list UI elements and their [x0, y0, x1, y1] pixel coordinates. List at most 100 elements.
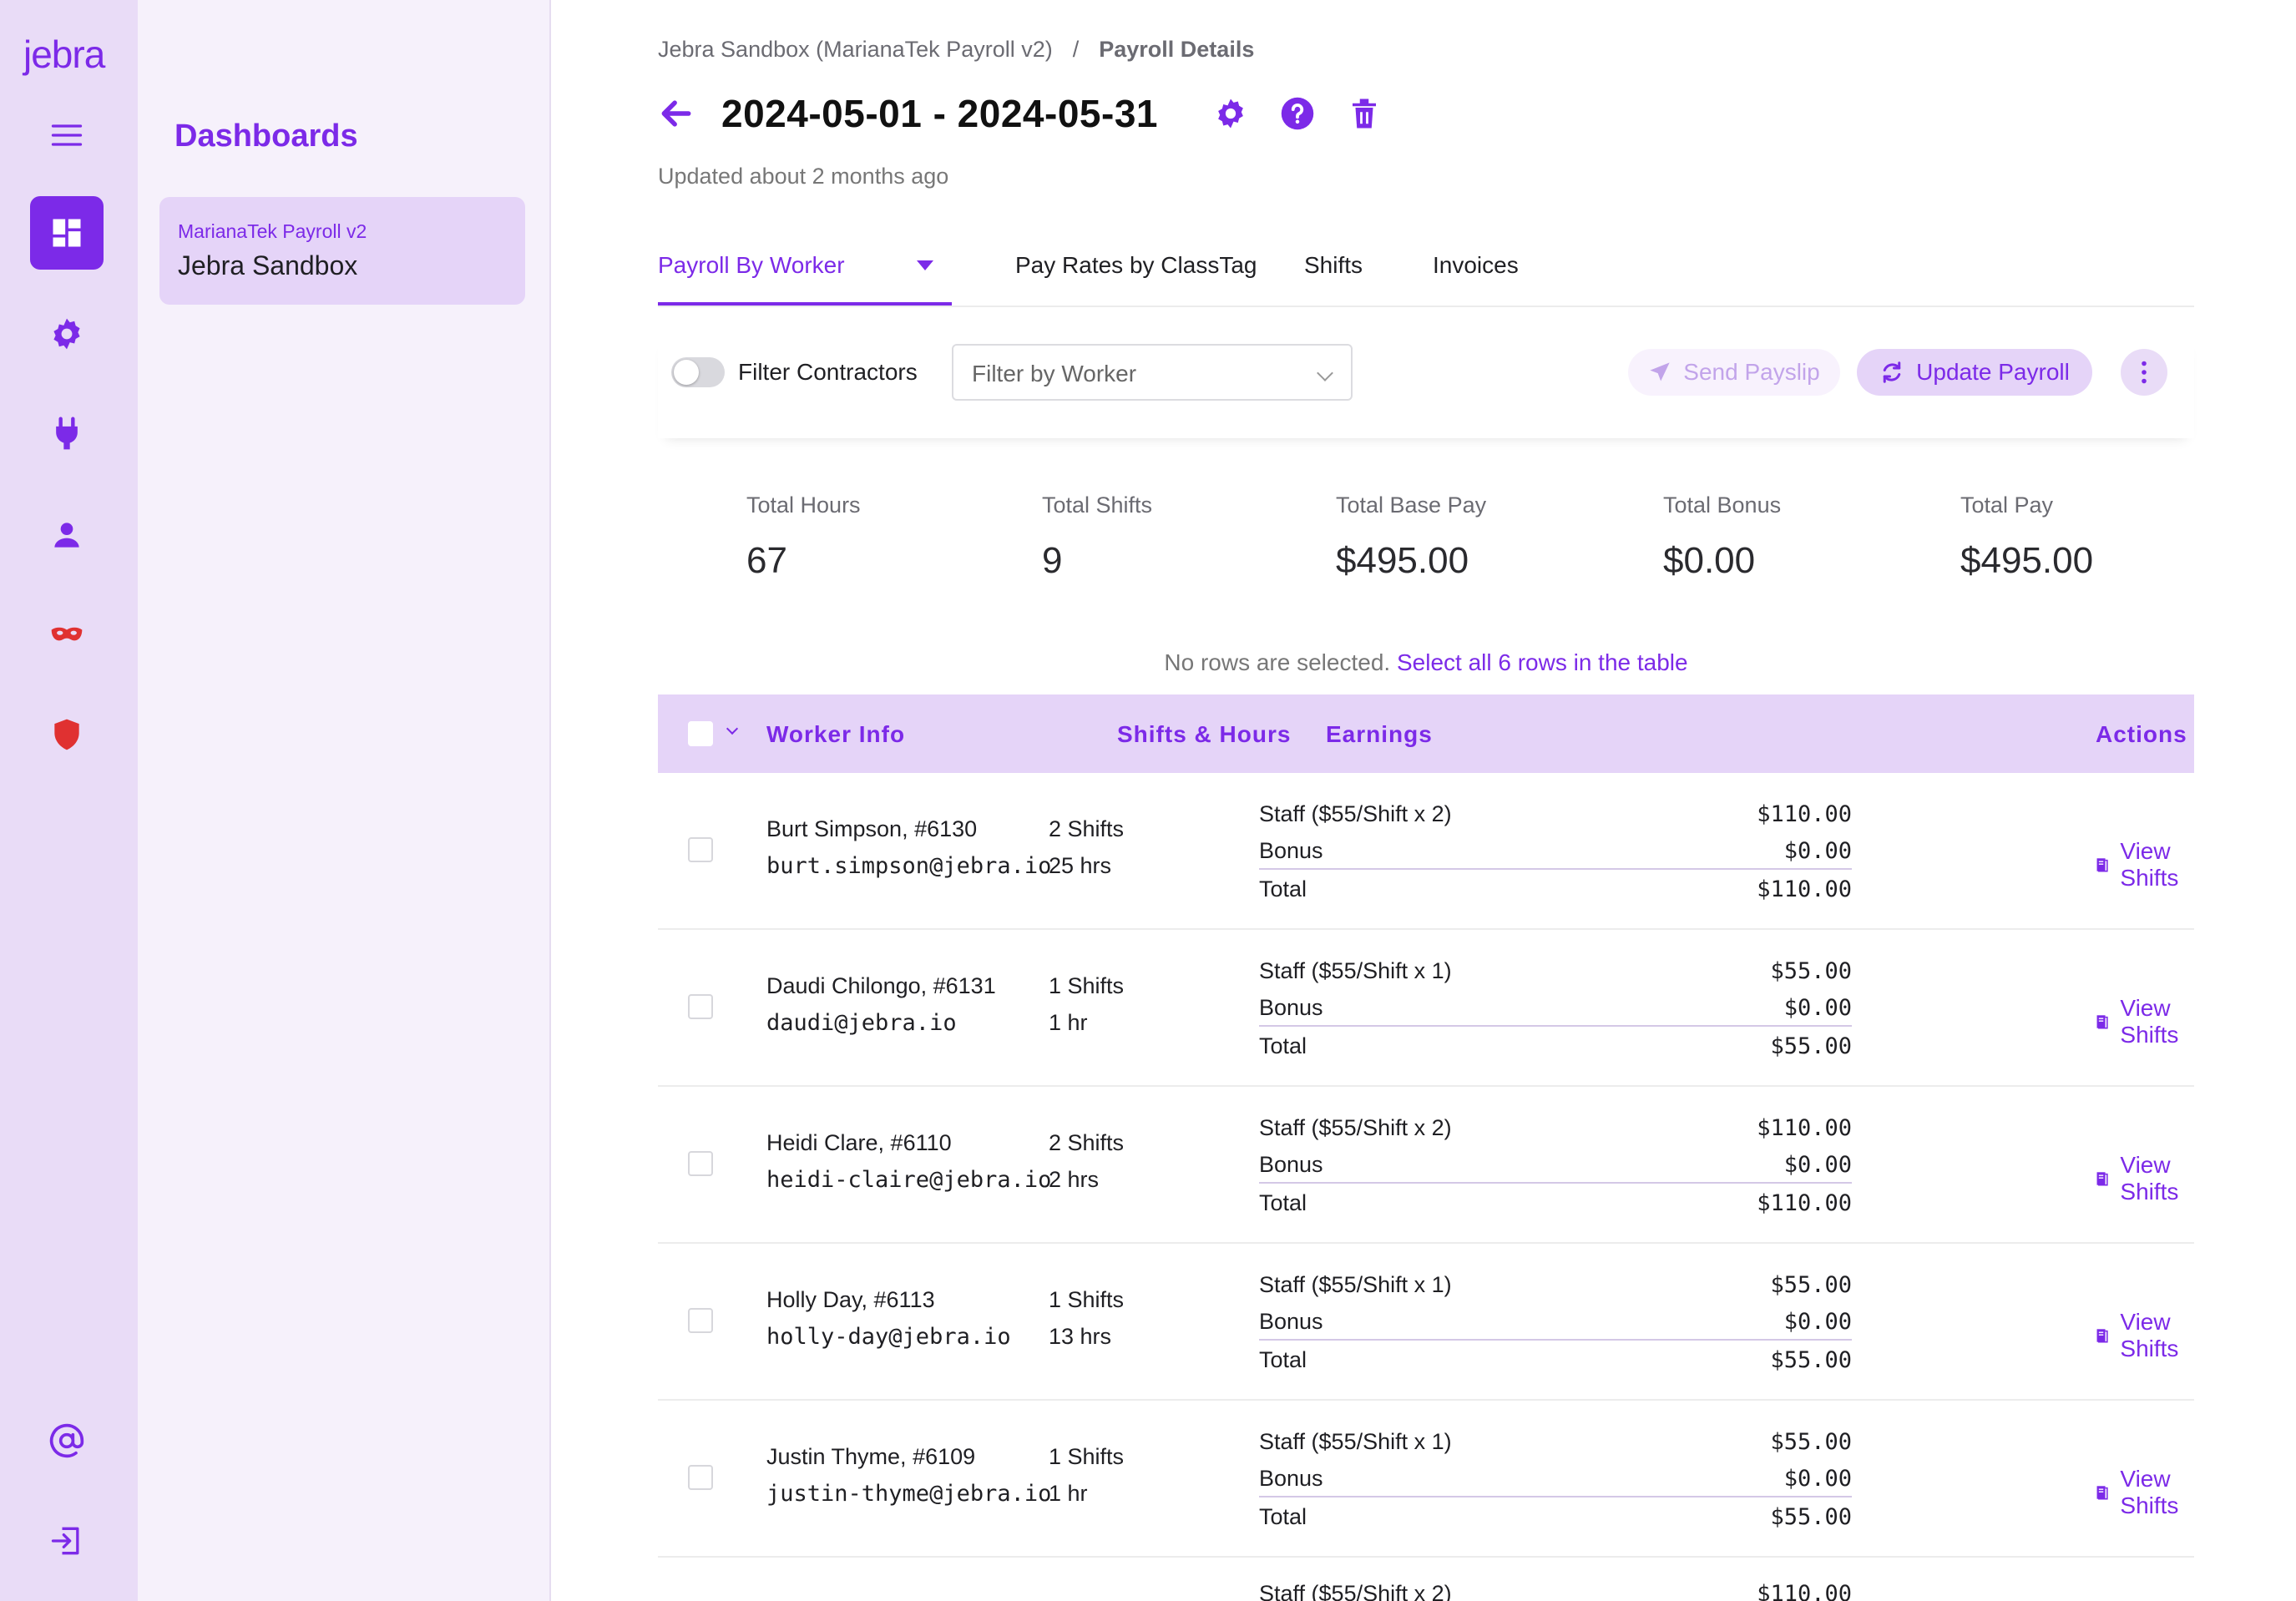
at-sign-icon[interactable] [30, 1404, 104, 1477]
view-shifts-button[interactable]: View Shifts [2096, 1309, 2194, 1362]
user-icon[interactable] [30, 498, 104, 572]
tab-payroll-by-worker[interactable]: Payroll By Worker [658, 252, 845, 279]
column-header-shifts-hours[interactable]: Shifts & Hours [1117, 721, 1291, 748]
total-value: $55.00 [1770, 1033, 1852, 1059]
staff-value: $110.00 [1757, 1581, 1852, 1601]
view-shifts-button[interactable]: View Shifts [2096, 1466, 2194, 1519]
view-shifts-label: View Shifts [2120, 1152, 2179, 1205]
stat-label: Total Base Pay [1336, 492, 1487, 518]
worker-shifts: 1 Shifts [1049, 1287, 1125, 1312]
mask-icon[interactable] [30, 598, 104, 671]
worker-name: Daudi Chilongo, #6131 [766, 973, 996, 998]
worker-hours: 1 hr [1049, 1481, 1088, 1506]
table-row: Justin Thyme, #6109 justin-thyme@jebra.i… [658, 1401, 2194, 1558]
logout-icon[interactable] [30, 1504, 104, 1578]
tab-shifts[interactable]: Shifts [1304, 252, 1363, 279]
column-header-earnings[interactable]: Earnings [1326, 721, 1433, 748]
row-checkbox[interactable] [688, 994, 713, 1019]
column-header-actions: Actions [2096, 721, 2187, 747]
dashboard-card-jebra-sandbox[interactable]: MarianaTek Payroll v2 Jebra Sandbox [159, 197, 525, 305]
dashboard-card-subtitle: MarianaTek Payroll v2 [178, 220, 367, 242]
total-value: $55.00 [1770, 1504, 1852, 1530]
total-label: Total [1259, 1504, 1307, 1529]
bonus-label: Bonus [1259, 995, 1323, 1020]
view-shifts-button[interactable]: View Shifts [2096, 1152, 2194, 1205]
menu-icon[interactable] [30, 98, 104, 172]
tab-dropdown-caret-icon[interactable] [917, 260, 933, 270]
worker-name: Burt Simpson, #6130 [766, 816, 978, 841]
breadcrumb-parent[interactable]: Jebra Sandbox (MarianaTek Payroll v2) [658, 37, 1053, 63]
row-checkbox[interactable] [688, 1308, 713, 1333]
staff-label: Staff ($55/Shift x 1) [1259, 1429, 1452, 1454]
tab-pay-rates-by-classtag[interactable]: Pay Rates by ClassTag [1015, 252, 1257, 279]
table-row: Heidi Clare, #6110 heidi-claire@jebra.io… [658, 1087, 2194, 1244]
staff-label: Staff ($55/Shift x 1) [1259, 958, 1452, 983]
stat-label: Total Shifts [1042, 492, 1153, 518]
stat-value: 9 [1042, 540, 1063, 581]
filter-by-worker-select[interactable]: Filter by Worker [952, 344, 1353, 401]
view-shifts-button[interactable]: View Shifts [2096, 995, 2194, 1048]
send-icon [1650, 362, 1670, 381]
stat-value: 67 [746, 540, 787, 581]
stat-label: Total Bonus [1663, 492, 1782, 518]
table-row: Daudi Chilongo, #6131 daudi@jebra.io 1 S… [658, 930, 2194, 1087]
view-shifts-button[interactable]: View Shifts [2096, 838, 2194, 891]
sidebar-title: Dashboards [174, 119, 358, 154]
staff-label: Staff ($55/Shift x 2) [1259, 1581, 1452, 1601]
earnings-staff-line: Staff ($55/Shift x 2) $110.00 [1259, 1576, 1852, 1601]
send-payslip-label: Send Payslip [1683, 359, 1820, 385]
column-header-worker-info[interactable]: Worker Info [766, 721, 905, 748]
view-shifts-label: View Shifts [2120, 1466, 2179, 1518]
select-menu-chevron-icon[interactable] [726, 722, 739, 735]
worker-name: Holly Day, #6113 [766, 1287, 935, 1312]
bonus-value: $0.00 [1783, 995, 1852, 1021]
stat-total-hours: Total Hours 67 [746, 492, 861, 582]
help-icon[interactable] [1280, 96, 1315, 131]
staff-label: Staff ($55/Shift x 2) [1259, 801, 1452, 826]
shield-icon[interactable] [30, 698, 104, 771]
stat-total-bonus: Total Bonus $0.00 [1663, 492, 1781, 582]
kebab-menu-icon [2142, 361, 2147, 384]
dashboards-sidebar: Dashboards MarianaTek Payroll v2 Jebra S… [138, 0, 551, 1601]
document-icon [2096, 858, 2108, 872]
row-checkbox[interactable] [688, 837, 713, 862]
earnings-staff-line: Staff ($55/Shift x 2) $110.00 [1259, 1110, 1852, 1147]
earnings-total-line: Total $55.00 [1259, 1499, 1852, 1536]
select-all-rows-link[interactable]: Select all 6 rows in the table [1397, 649, 1688, 675]
staff-value: $110.00 [1757, 1115, 1852, 1141]
selection-status: No rows are selected. Select all 6 rows … [658, 649, 2194, 676]
gear-icon[interactable] [30, 297, 104, 371]
worker-name: Heidi Clare, #6110 [766, 1130, 952, 1155]
worker-email: burt.simpson@jebra.io [766, 853, 1052, 879]
main-content: Jebra Sandbox (MarianaTek Payroll v2) / … [551, 0, 2296, 1601]
send-payslip-button[interactable]: Send Payslip [1628, 349, 1840, 396]
worker-email: justin-thyme@jebra.io [766, 1481, 1052, 1507]
update-payroll-button[interactable]: Update Payroll [1857, 349, 2092, 396]
dashboard-icon[interactable] [30, 196, 104, 270]
earnings-staff-line: Staff ($55/Shift x 1) $55.00 [1259, 953, 1852, 990]
select-all-checkbox[interactable] [688, 721, 713, 746]
total-value: $110.00 [1757, 1190, 1852, 1216]
filter-by-worker-placeholder: Filter by Worker [972, 361, 1137, 386]
back-arrow-icon[interactable] [658, 95, 695, 132]
earnings-bonus-line: Bonus $0.00 [1259, 1147, 1852, 1184]
earnings-total-line: Total $55.00 [1259, 1028, 1852, 1065]
toggle-knob [674, 360, 699, 385]
stat-total-base-pay: Total Base Pay $495.00 [1336, 492, 1486, 582]
earnings-bonus-line: Bonus $0.00 [1259, 1461, 1852, 1497]
earnings-staff-line: Staff ($55/Shift x 2) $110.00 [1259, 796, 1852, 833]
plug-icon[interactable] [30, 397, 104, 471]
settings-gear-icon[interactable] [1213, 96, 1248, 131]
earnings-total-line: Total $110.00 [1259, 1185, 1852, 1222]
more-options-button[interactable] [2121, 349, 2167, 396]
row-checkbox[interactable] [688, 1151, 713, 1176]
view-shifts-label: View Shifts [2120, 838, 2179, 891]
filter-contractors-toggle[interactable] [671, 357, 725, 387]
app-logo[interactable]: jebra [23, 32, 105, 77]
view-shifts-label: View Shifts [2120, 1309, 2179, 1361]
row-checkbox[interactable] [688, 1465, 713, 1490]
trash-icon[interactable] [1347, 96, 1382, 131]
tab-invoices[interactable]: Invoices [1433, 252, 1519, 279]
bonus-value: $0.00 [1783, 1466, 1852, 1492]
worker-hours: 25 hrs [1049, 853, 1112, 878]
